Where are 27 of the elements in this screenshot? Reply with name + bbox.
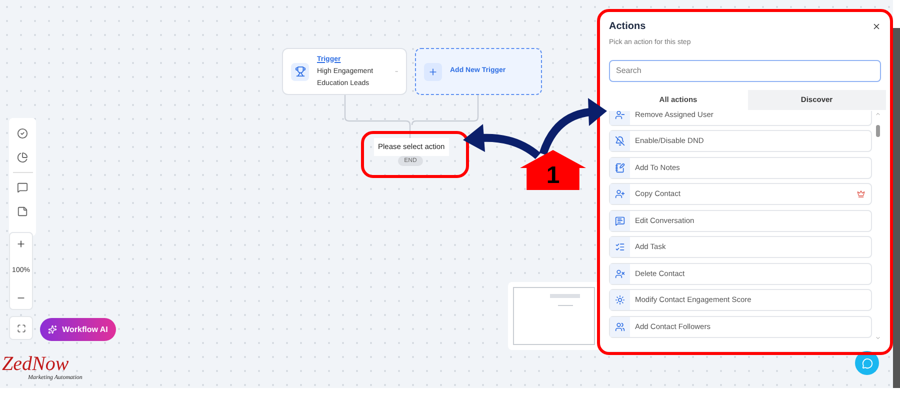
comment-icon[interactable] [17,182,28,193]
workflow-ai-button[interactable]: Workflow AI [40,318,116,341]
action-icon [610,184,630,204]
pie-chart-icon[interactable] [17,152,28,163]
action-icon [610,316,630,336]
zoom-in-icon[interactable] [16,239,26,249]
trophy-icon [291,62,309,80]
crown-icon [857,190,865,198]
expand-icon [16,324,26,332]
action-icon [610,158,630,178]
search-field[interactable]: Search [609,60,881,82]
check-circle-icon[interactable] [17,128,28,139]
close-icon[interactable] [872,22,881,31]
action-icon [610,131,630,151]
action-icon [610,237,630,257]
scrollbar-thumb[interactable] [876,124,880,136]
logo-name: ZedNow [2,354,69,374]
sparkles-icon [48,325,58,334]
action-icon [610,210,630,230]
plus-icon [424,62,442,80]
step-badge: 1 [520,150,586,190]
action-icon [610,110,630,124]
note-icon[interactable] [17,206,28,217]
action-icon [610,264,630,284]
action-icon [610,290,630,310]
panel-title: Actions [609,20,646,34]
chat-icon [862,358,872,368]
